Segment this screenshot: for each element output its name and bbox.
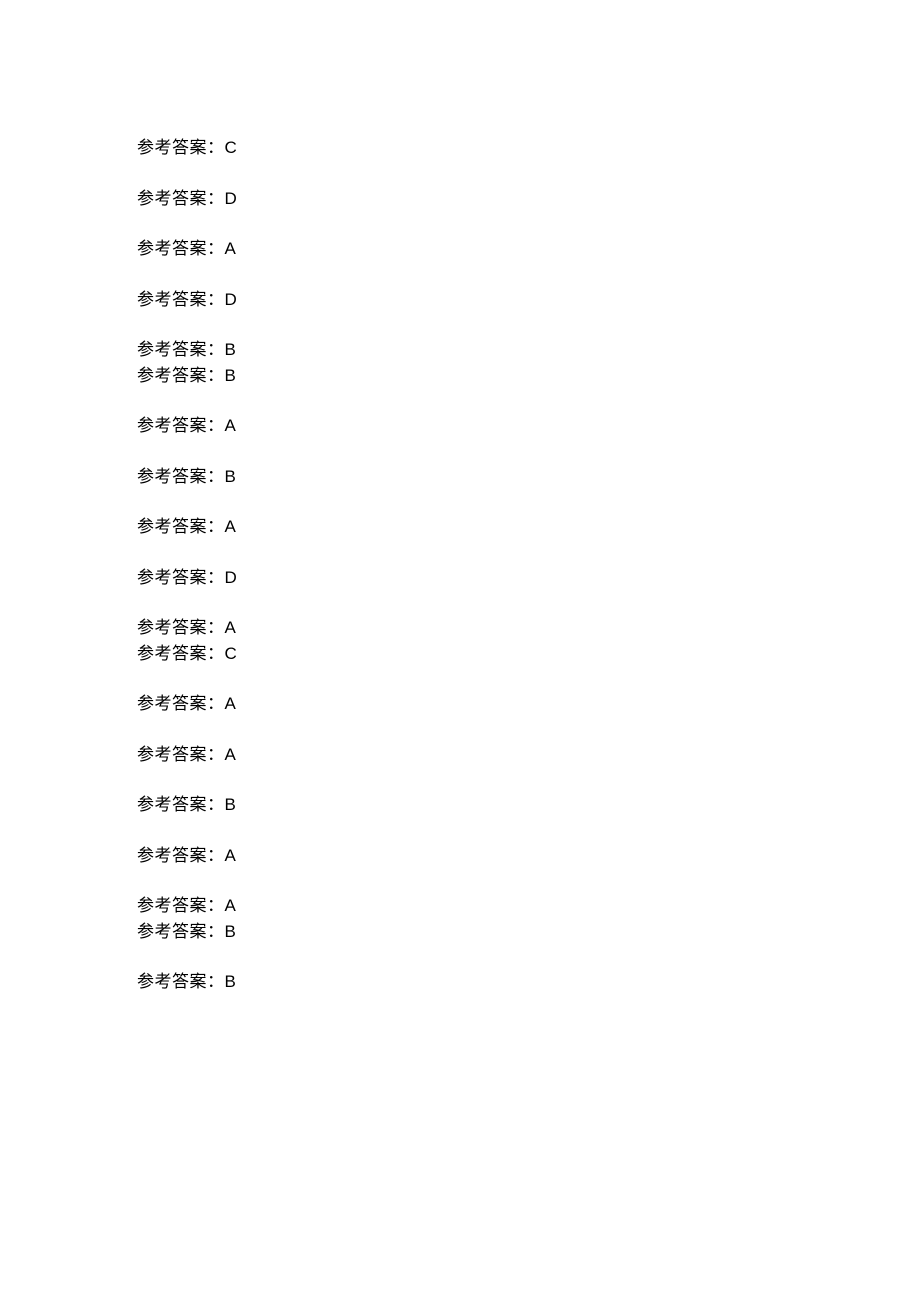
answer-line: 参考答案：B (137, 337, 237, 363)
answer-label: 参考答案： (137, 290, 225, 309)
answer-value: B (225, 795, 236, 814)
answer-line: 参考答案：A (137, 236, 237, 262)
answer-value: B (225, 972, 236, 991)
answer-line: 参考答案：A (137, 893, 237, 919)
answer-line: 参考答案：A (137, 843, 237, 869)
answer-value: B (225, 467, 236, 486)
answer-value: A (225, 745, 236, 764)
line-gap (137, 944, 237, 969)
line-gap (137, 161, 237, 186)
line-gap (137, 868, 237, 893)
line-gap (137, 717, 237, 742)
answer-label: 参考答案： (137, 618, 225, 637)
answer-label: 参考答案： (137, 922, 225, 941)
answer-value: A (225, 846, 236, 865)
line-gap (137, 540, 237, 565)
answer-label: 参考答案： (137, 138, 225, 157)
answer-line: 参考答案：A (137, 514, 237, 540)
answer-value: B (225, 340, 236, 359)
answer-value: C (225, 644, 237, 663)
answer-value: B (225, 366, 236, 385)
answer-line: 参考答案：D (137, 287, 237, 313)
answer-value: D (225, 189, 237, 208)
answer-label: 参考答案： (137, 568, 225, 587)
line-gap (137, 767, 237, 792)
answer-value: C (225, 138, 237, 157)
answer-value: A (225, 416, 236, 435)
answer-value: A (225, 896, 236, 915)
answer-value: D (225, 568, 237, 587)
line-gap (137, 388, 237, 413)
answer-label: 参考答案： (137, 896, 225, 915)
line-gap (137, 439, 237, 464)
answer-line: 参考答案：B (137, 464, 237, 490)
answer-value: A (225, 694, 236, 713)
answer-list: 参考答案：C参考答案：D参考答案：A参考答案：D参考答案：B参考答案：B参考答案… (137, 135, 237, 995)
answer-label: 参考答案： (137, 239, 225, 258)
answer-label: 参考答案： (137, 644, 225, 663)
answer-line: 参考答案：A (137, 691, 237, 717)
answer-value: B (225, 922, 236, 941)
answer-label: 参考答案： (137, 745, 225, 764)
answer-line: 参考答案：A (137, 615, 237, 641)
answer-value: A (225, 239, 236, 258)
answer-line: 参考答案：C (137, 641, 237, 667)
answer-label: 参考答案： (137, 972, 225, 991)
line-gap (137, 666, 237, 691)
line-gap (137, 489, 237, 514)
line-gap (137, 590, 237, 615)
answer-label: 参考答案： (137, 189, 225, 208)
line-gap (137, 262, 237, 287)
answer-line: 参考答案：B (137, 792, 237, 818)
answer-line: 参考答案：A (137, 413, 237, 439)
line-gap (137, 818, 237, 843)
answer-line: 参考答案：C (137, 135, 237, 161)
answer-value: A (225, 517, 236, 536)
answer-line: 参考答案：B (137, 969, 237, 995)
answer-label: 参考答案： (137, 416, 225, 435)
line-gap (137, 211, 237, 236)
answer-line: 参考答案：D (137, 186, 237, 212)
answer-value: D (225, 290, 237, 309)
answer-label: 参考答案： (137, 366, 225, 385)
answer-label: 参考答案： (137, 340, 225, 359)
line-gap (137, 312, 237, 337)
answer-label: 参考答案： (137, 467, 225, 486)
answer-label: 参考答案： (137, 795, 225, 814)
answer-label: 参考答案： (137, 846, 225, 865)
answer-line: 参考答案：B (137, 363, 237, 389)
answer-line: 参考答案：B (137, 919, 237, 945)
answer-line: 参考答案：A (137, 742, 237, 768)
answer-value: A (225, 618, 236, 637)
answer-label: 参考答案： (137, 694, 225, 713)
answer-line: 参考答案：D (137, 565, 237, 591)
answer-label: 参考答案： (137, 517, 225, 536)
